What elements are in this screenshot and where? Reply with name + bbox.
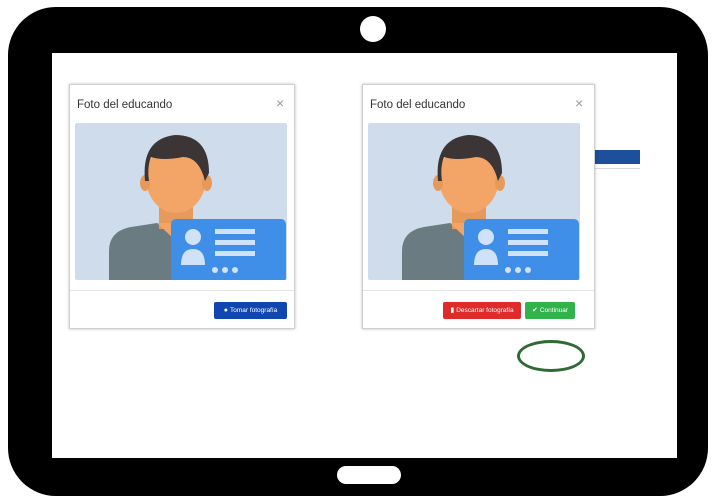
background-page-bar [593, 150, 640, 164]
close-icon[interactable]: × [276, 95, 284, 111]
photo-dialog-capture: Foto del educando × ● Tomar fotografía [69, 84, 295, 329]
background-page-strip [593, 168, 640, 169]
close-icon[interactable]: × [575, 95, 583, 111]
dialog-title: Foto del educando [370, 99, 466, 111]
take-photo-button[interactable]: ● Tomar fotografía [214, 302, 287, 319]
photo-dialog-review: Foto del educando × ▮ Descartar fotograf… [362, 84, 595, 329]
tablet-camera [360, 16, 386, 42]
dialog-footer-divider [70, 290, 294, 291]
student-photo-placeholder [75, 123, 287, 280]
dialog-title: Foto del educando [77, 99, 173, 111]
student-photo-preview [368, 123, 580, 280]
trash-icon: ▮ [450, 307, 455, 314]
highlight-ring [517, 340, 585, 372]
student-avatar-icon [402, 135, 579, 280]
student-avatar-icon [109, 135, 286, 280]
dialog-footer-divider [363, 290, 594, 291]
discard-photo-button[interactable]: ▮ Descartar fotografía [443, 302, 521, 319]
check-icon: ✔ [531, 307, 538, 314]
continue-button[interactable]: ✔ Continuar [525, 302, 575, 319]
camera-icon: ● [223, 307, 228, 314]
tablet-home-button[interactable] [337, 466, 401, 484]
